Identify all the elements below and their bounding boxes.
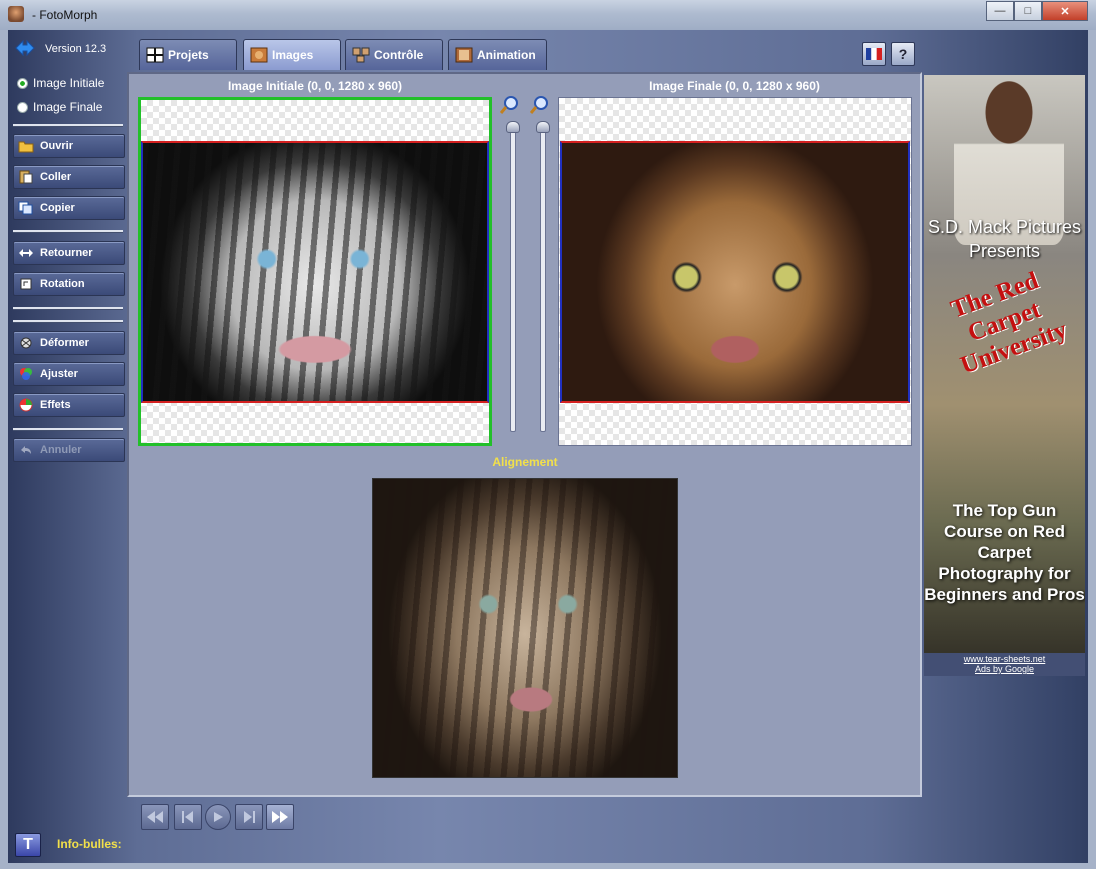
effets-button[interactable]: Effets: [13, 393, 125, 417]
zoom-icon[interactable]: [530, 95, 550, 115]
first-frame-button[interactable]: [141, 804, 169, 830]
ad-title: The Red Carpet University: [947, 266, 1071, 380]
zoom-icon[interactable]: [500, 95, 520, 115]
flip-arrows-icon: [19, 249, 33, 257]
step-forward-icon: [244, 811, 255, 823]
copier-label: Copier: [40, 202, 75, 214]
radio-image-finale[interactable]: Image Finale: [17, 100, 102, 114]
rotation-label: Rotation: [40, 278, 85, 290]
initial-image-tiger[interactable]: [141, 141, 489, 403]
ads-by-google-link[interactable]: Ads by Google: [924, 664, 1085, 674]
language-button[interactable]: [862, 42, 886, 66]
final-zoom-slider-thumb[interactable]: [536, 121, 550, 133]
ad-tagline: The Top Gun Course on Red Carpet Photogr…: [924, 501, 1085, 604]
retourner-button[interactable]: Retourner: [13, 241, 125, 265]
color-adjust-icon: [20, 368, 32, 380]
tooltips-toggle-button[interactable]: T: [15, 833, 41, 857]
tab-controle[interactable]: Contrôle: [345, 39, 443, 70]
window-frame-left: [0, 30, 8, 869]
tab-label: Projets: [168, 48, 209, 62]
text-t-icon: T: [23, 836, 33, 853]
window-frame-right: [1088, 30, 1096, 869]
radio-label: Image Initiale: [33, 76, 105, 90]
fotomorph-logo-icon: [15, 39, 35, 57]
tab-label: Images: [272, 48, 314, 62]
ad-footer: www.tear-sheets.net Ads by Google: [924, 653, 1085, 676]
radio-label: Image Finale: [33, 100, 103, 114]
radio-unselected-icon: [17, 101, 28, 113]
window-controls: — □ ✕: [986, 1, 1088, 21]
paste-icon: [19, 170, 33, 184]
tab-images[interactable]: Images: [243, 39, 341, 70]
final-image-cougar[interactable]: [560, 141, 910, 403]
ouvrir-button[interactable]: Ouvrir: [13, 134, 125, 158]
radio-image-initiale[interactable]: Image Initiale: [17, 76, 104, 90]
warp-icon: [20, 337, 32, 349]
window-frame-bottom: [0, 863, 1096, 869]
ouvrir-label: Ouvrir: [40, 140, 74, 152]
question-mark-icon: ?: [898, 46, 908, 62]
initial-zoom-slider-thumb[interactable]: [506, 121, 520, 133]
deformer-label: Déformer: [40, 337, 89, 349]
coller-label: Coller: [40, 171, 72, 183]
sidebar-divider: [13, 307, 123, 310]
alignment-caption: Alignement: [492, 455, 558, 469]
undo-icon: [21, 446, 31, 454]
copy-icon: [18, 201, 33, 215]
tab-animation[interactable]: Animation: [448, 39, 547, 70]
info-bulles-label: Info-bulles:: [57, 837, 122, 851]
sidebar-divider: [13, 428, 123, 431]
french-flag-icon: [866, 48, 882, 60]
close-button[interactable]: ✕: [1042, 1, 1088, 21]
grid-icon: [146, 47, 164, 63]
version-label: Version 12.3: [45, 43, 107, 55]
ad-banner[interactable]: S.D. Mack Pictures Presents The Red Carp…: [924, 75, 1085, 675]
initial-image-caption: Image Initiale (0, 0, 1280 x 960): [227, 79, 403, 93]
final-image-caption: Image Finale (0, 0, 1280 x 960): [649, 79, 820, 93]
help-button[interactable]: ?: [891, 42, 915, 66]
tab-label: Animation: [477, 48, 536, 62]
annuler-label: Annuler: [40, 444, 82, 456]
tab-label: Contrôle: [374, 48, 424, 62]
film-icon: [455, 47, 473, 63]
play-button[interactable]: [205, 804, 231, 830]
step-back-icon: [182, 811, 193, 823]
radio-selected-icon: [17, 77, 28, 89]
initial-zoom-slider-track[interactable]: [510, 122, 516, 432]
previous-frame-button[interactable]: [174, 804, 202, 830]
alignment-preview-image: [372, 478, 678, 778]
play-icon: [214, 812, 223, 822]
sidebar-divider: [13, 320, 123, 323]
skip-back-icon: [147, 811, 163, 823]
control-icon: [352, 47, 370, 63]
retourner-label: Retourner: [40, 247, 93, 259]
effets-label: Effets: [40, 399, 71, 411]
tab-projets[interactable]: Projets: [139, 39, 237, 70]
sidebar-divider: [13, 124, 123, 127]
ad-url-link[interactable]: www.tear-sheets.net: [924, 654, 1085, 664]
next-frame-button[interactable]: [235, 804, 263, 830]
final-zoom-slider-track[interactable]: [540, 122, 546, 432]
effects-icon: [19, 398, 33, 412]
maximize-button[interactable]: □: [1014, 1, 1042, 21]
last-frame-button[interactable]: [266, 804, 294, 830]
open-folder-icon: [18, 141, 34, 153]
rotate-icon: [20, 278, 32, 290]
coller-button[interactable]: Coller: [13, 165, 125, 189]
photo-icon: [250, 47, 268, 63]
fotomorph-app-icon[interactable]: [8, 6, 24, 22]
title-bar: [0, 0, 1096, 30]
ajuster-label: Ajuster: [40, 368, 78, 380]
copier-button[interactable]: Copier: [13, 196, 125, 220]
minimize-button[interactable]: —: [986, 1, 1014, 21]
window-title: - FotoMorph: [32, 8, 98, 22]
ajuster-button[interactable]: Ajuster: [13, 362, 125, 386]
sidebar-divider: [13, 230, 123, 233]
skip-forward-icon: [272, 811, 288, 823]
rotation-button[interactable]: Rotation: [13, 272, 125, 296]
annuler-button[interactable]: Annuler: [13, 438, 125, 462]
deformer-button[interactable]: Déformer: [13, 331, 125, 355]
